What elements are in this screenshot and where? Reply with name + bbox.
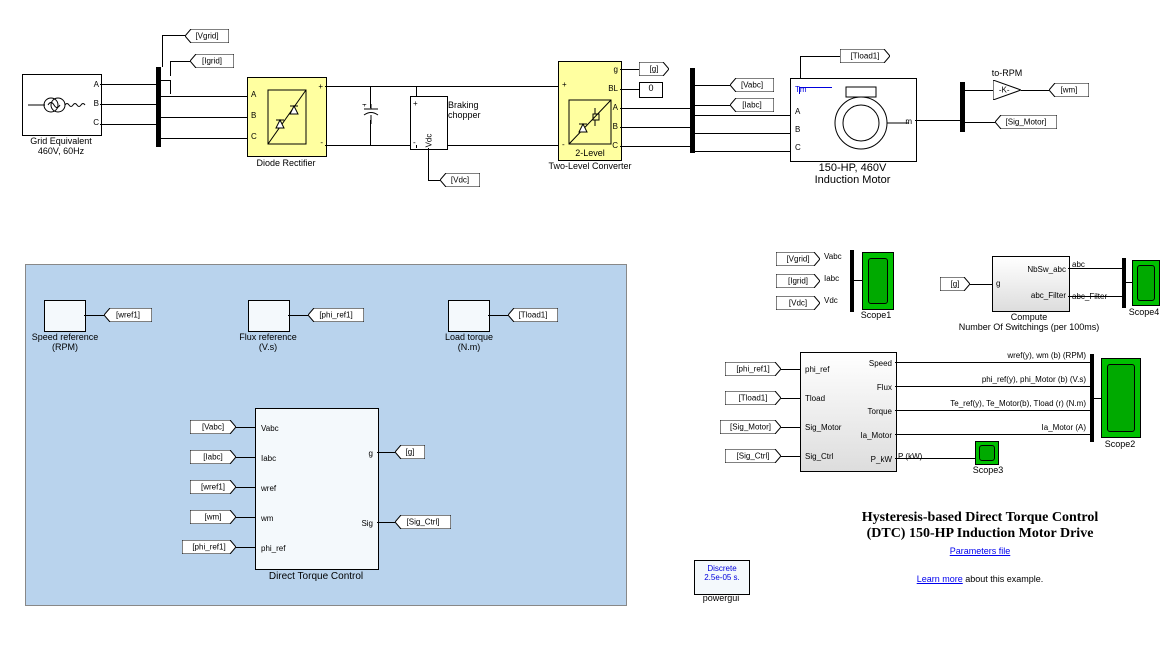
port: C bbox=[251, 132, 257, 141]
from-sigctrl-mon[interactable]: [Sig_Ctrl] bbox=[725, 449, 781, 463]
monitor-block[interactable]: phi_ref Tload Sig_Motor Sig_Ctrl Speed F… bbox=[800, 352, 897, 472]
induction-motor-block[interactable]: Tm A B C m bbox=[790, 78, 917, 162]
compute-label: Compute Number Of Switchings (per 100ms) bbox=[954, 312, 1104, 332]
goto-tload1-panel[interactable]: [Tload1] bbox=[508, 308, 558, 322]
load-torque-block[interactable] bbox=[448, 300, 490, 332]
capacitor-icon: + bbox=[362, 104, 380, 124]
goto-sigmotor[interactable]: [Sig_Motor] bbox=[995, 115, 1057, 129]
port: + bbox=[562, 80, 567, 89]
rectifier-label: Diode Rectifier bbox=[247, 158, 325, 168]
port: - bbox=[320, 138, 323, 147]
port: A bbox=[795, 107, 800, 116]
two-level-converter-block[interactable]: 2-Level + - g BL A B C bbox=[558, 61, 622, 161]
speed-reference-block[interactable] bbox=[44, 300, 86, 332]
goto-wm[interactable]: [wm] bbox=[1049, 83, 1089, 97]
scope3-block[interactable] bbox=[975, 441, 999, 465]
port: g bbox=[614, 65, 618, 74]
from-igrid-s1[interactable]: [Igrid] bbox=[776, 274, 820, 288]
goto-sigctrl-dtc[interactable]: [Sig_Ctrl] bbox=[395, 515, 451, 529]
from-g-compute[interactable]: [g] bbox=[940, 277, 970, 291]
from-iabc-dtc[interactable]: [Iabc] bbox=[190, 450, 236, 464]
from-wm-dtc[interactable]: [wm] bbox=[190, 510, 236, 524]
port: B bbox=[94, 99, 99, 108]
gain-label: to-RPM bbox=[986, 68, 1028, 78]
mux-bar bbox=[1122, 258, 1126, 308]
port: BL bbox=[608, 84, 618, 93]
port: B bbox=[795, 125, 800, 134]
scope3-label: Scope3 bbox=[968, 465, 1008, 475]
from-phiref1-dtc[interactable]: [phi_ref1] bbox=[182, 540, 236, 554]
source-icon bbox=[23, 75, 101, 135]
learn-more-link[interactable]: Learn more bbox=[917, 574, 963, 584]
scope4-block[interactable] bbox=[1132, 260, 1160, 306]
flux-reference-block[interactable] bbox=[248, 300, 290, 332]
scope1-label: Scope1 bbox=[856, 310, 896, 320]
goto-vgrid[interactable]: [Vgrid] bbox=[185, 29, 229, 43]
dtc-label: Direct Torque Control bbox=[255, 571, 377, 582]
parameters-link[interactable]: Parameters file bbox=[950, 546, 1011, 556]
converter-label: Two-Level Converter bbox=[540, 161, 640, 171]
from-vabc-dtc[interactable]: [Vabc] bbox=[190, 420, 236, 434]
goto-g-dtc[interactable]: [g] bbox=[395, 445, 425, 459]
gain-to-rpm[interactable]: -K- bbox=[993, 80, 1021, 100]
from-tload1[interactable]: [Tload1] bbox=[840, 49, 890, 63]
port: + bbox=[318, 82, 323, 91]
mux-bar bbox=[850, 250, 854, 312]
powergui-block[interactable]: Discrete 2.5e-05 s. bbox=[694, 560, 750, 595]
from-wref1-dtc[interactable]: [wref1] bbox=[190, 480, 236, 494]
braking-chopper-block[interactable]: + - Vdc bbox=[410, 96, 448, 150]
port: A bbox=[613, 103, 618, 112]
goto-wref1-panel[interactable]: [wref1] bbox=[104, 308, 152, 322]
port: A bbox=[251, 90, 256, 99]
load-torque-label: Load torque (N.m) bbox=[434, 332, 504, 352]
compute-switching-block[interactable]: g NbSw_abc abc_Filter bbox=[992, 256, 1070, 312]
from-vgrid-s1[interactable]: [Vgrid] bbox=[776, 252, 820, 266]
goto-vabc[interactable]: [Vabc] bbox=[730, 78, 774, 92]
port: C bbox=[93, 118, 99, 127]
from-sigmotor-mon[interactable]: [Sig_Motor] bbox=[720, 420, 781, 434]
grid-label: Grid Equivalent 460V, 60Hz bbox=[22, 136, 100, 156]
diode-rectifier-block[interactable]: A B C + - bbox=[247, 77, 327, 157]
scope2-block[interactable] bbox=[1101, 358, 1141, 438]
flux-ref-label: Flux reference (V.s) bbox=[232, 332, 304, 352]
rectifier-icon bbox=[248, 78, 326, 156]
from-phiref1-mon[interactable]: [phi_ref1] bbox=[725, 362, 781, 376]
goto-vdc[interactable]: [Vdc] bbox=[440, 173, 480, 187]
port: A bbox=[94, 80, 99, 89]
braking-label: Braking chopper bbox=[448, 100, 498, 120]
port: - bbox=[562, 140, 565, 149]
scope2-label: Scope2 bbox=[1100, 439, 1140, 449]
port: m bbox=[905, 117, 912, 126]
dtc-block[interactable]: Vabc Iabc wref wm phi_ref g Sig bbox=[255, 408, 379, 570]
powergui-label: powergui bbox=[694, 593, 748, 603]
port: B bbox=[613, 122, 618, 131]
speed-ref-label: Speed reference (RPM) bbox=[30, 332, 100, 352]
goto-iabc[interactable]: [Iabc] bbox=[730, 98, 774, 112]
mux-bar bbox=[156, 67, 161, 147]
from-g[interactable]: [g] bbox=[639, 62, 669, 76]
port: C bbox=[612, 141, 618, 150]
goto-phiref1-panel[interactable]: [phi_ref1] bbox=[308, 308, 364, 322]
simulink-canvas: A B C Grid Equivalent 460V, 60Hz [Vgrid]… bbox=[0, 0, 1174, 647]
goto-igrid[interactable]: [Igrid] bbox=[190, 54, 234, 68]
from-vdc-s1[interactable]: [Vdc] bbox=[776, 296, 820, 310]
mux-bar bbox=[690, 68, 695, 153]
diagram-title: Hysteresis-based Direct Torque Control (… bbox=[800, 510, 1160, 542]
motor-label: 150-HP, 460V Induction Motor bbox=[790, 162, 915, 186]
constant-zero[interactable]: 0 bbox=[639, 82, 663, 98]
scope4-label: Scope4 bbox=[1124, 307, 1164, 317]
port: C bbox=[795, 143, 801, 152]
from-tload1-mon[interactable]: [Tload1] bbox=[725, 391, 781, 405]
scope1-block[interactable] bbox=[862, 252, 894, 310]
port: B bbox=[251, 111, 256, 120]
grid-equivalent-block[interactable]: A B C bbox=[22, 74, 102, 136]
svg-text:+: + bbox=[362, 104, 367, 109]
